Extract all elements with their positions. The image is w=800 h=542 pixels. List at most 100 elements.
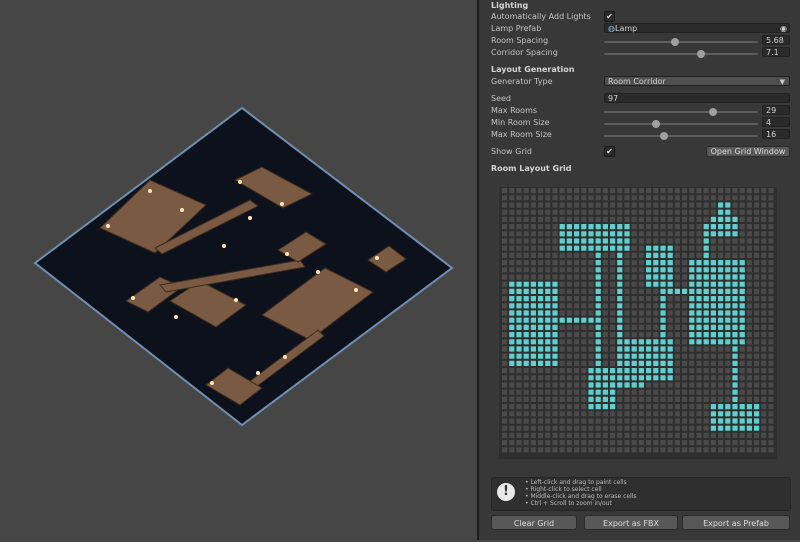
grid-cell-empty[interactable] [667, 296, 673, 302]
grid-cell-empty[interactable] [574, 296, 580, 302]
grid-cell-empty[interactable] [646, 224, 652, 230]
grid-cell-empty[interactable] [667, 231, 673, 237]
grid-cell-filled[interactable] [581, 245, 587, 251]
grid-cell-empty[interactable] [631, 411, 637, 417]
grid-cell-empty[interactable] [667, 389, 673, 395]
grid-cell-empty[interactable] [602, 425, 608, 431]
grid-cell-empty[interactable] [761, 432, 767, 438]
grid-cell-filled[interactable] [552, 353, 558, 359]
grid-cell-filled[interactable] [660, 303, 666, 309]
grid-cell-filled[interactable] [667, 346, 673, 352]
grid-cell-filled[interactable] [732, 296, 738, 302]
grid-cell-empty[interactable] [574, 432, 580, 438]
grid-cell-filled[interactable] [559, 231, 565, 237]
grid-cell-empty[interactable] [523, 440, 529, 446]
grid-cell-empty[interactable] [725, 389, 731, 395]
grid-cell-filled[interactable] [718, 267, 724, 273]
grid-cell-filled[interactable] [710, 324, 716, 330]
grid-cell-empty[interactable] [559, 353, 565, 359]
grid-cell-empty[interactable] [667, 209, 673, 215]
grid-cell-empty[interactable] [530, 425, 536, 431]
grid-cell-filled[interactable] [739, 317, 745, 323]
grid-cell-filled[interactable] [718, 339, 724, 345]
grid-cell-empty[interactable] [725, 440, 731, 446]
grid-cell-empty[interactable] [523, 245, 529, 251]
grid-cell-empty[interactable] [566, 202, 572, 208]
grid-cell-empty[interactable] [667, 224, 673, 230]
grid-cell-empty[interactable] [653, 324, 659, 330]
grid-cell-empty[interactable] [761, 260, 767, 266]
grid-cell-filled[interactable] [646, 368, 652, 374]
grid-cell-filled[interactable] [754, 425, 760, 431]
grid-cell-empty[interactable] [674, 425, 680, 431]
grid-cell-filled[interactable] [710, 224, 716, 230]
grid-cell-empty[interactable] [624, 332, 630, 338]
grid-cell-empty[interactable] [754, 389, 760, 395]
grid-cell-filled[interactable] [602, 396, 608, 402]
slider-handle[interactable] [660, 132, 669, 140]
grid-cell-empty[interactable] [516, 260, 522, 266]
slider-handle[interactable] [709, 108, 718, 116]
grid-cell-filled[interactable] [718, 404, 724, 410]
grid-cell-filled[interactable] [624, 245, 630, 251]
grid-cell-empty[interactable] [502, 324, 508, 330]
grid-cell-filled[interactable] [689, 274, 695, 280]
grid-cell-empty[interactable] [552, 231, 558, 237]
grid-cell-filled[interactable] [732, 353, 738, 359]
grid-cell-empty[interactable] [581, 396, 587, 402]
grid-cell-empty[interactable] [689, 216, 695, 222]
grid-cell-empty[interactable] [530, 231, 536, 237]
grid-cell-empty[interactable] [502, 260, 508, 266]
grid-cell-empty[interactable] [588, 216, 594, 222]
grid-cell-empty[interactable] [523, 382, 529, 388]
grid-cell-empty[interactable] [646, 425, 652, 431]
grid-cell-empty[interactable] [718, 238, 724, 244]
grid-cell-empty[interactable] [530, 440, 536, 446]
grid-cell-empty[interactable] [768, 346, 774, 352]
grid-cell-filled[interactable] [545, 317, 551, 323]
scene-viewport[interactable] [0, 0, 477, 540]
grid-cell-empty[interactable] [538, 382, 544, 388]
grid-cell-empty[interactable] [646, 296, 652, 302]
corridor-spacing-input[interactable]: 7.1 [762, 47, 790, 57]
grid-cell-filled[interactable] [653, 368, 659, 374]
grid-cell-empty[interactable] [581, 310, 587, 316]
grid-cell-empty[interactable] [530, 418, 536, 424]
grid-cell-empty[interactable] [754, 231, 760, 237]
grid-cell-filled[interactable] [746, 411, 752, 417]
grid-cell-filled[interactable] [595, 296, 601, 302]
grid-cell-empty[interactable] [516, 432, 522, 438]
grid-cell-empty[interactable] [682, 202, 688, 208]
grid-cell-empty[interactable] [574, 303, 580, 309]
grid-cell-empty[interactable] [502, 281, 508, 287]
grid-cell-empty[interactable] [746, 324, 752, 330]
grid-cell-empty[interactable] [674, 274, 680, 280]
grid-cell-empty[interactable] [509, 447, 515, 453]
grid-cell-empty[interactable] [674, 260, 680, 266]
grid-cell-filled[interactable] [667, 368, 673, 374]
grid-cell-filled[interactable] [617, 224, 623, 230]
grid-cell-empty[interactable] [559, 267, 565, 273]
grid-cell-filled[interactable] [610, 224, 616, 230]
grid-cell-empty[interactable] [660, 238, 666, 244]
grid-cell-empty[interactable] [552, 224, 558, 230]
grid-cell-empty[interactable] [581, 267, 587, 273]
grid-cell-empty[interactable] [667, 216, 673, 222]
grid-cell-empty[interactable] [581, 353, 587, 359]
grid-cell-empty[interactable] [516, 252, 522, 258]
grid-cell-empty[interactable] [739, 195, 745, 201]
grid-cell-empty[interactable] [689, 209, 695, 215]
grid-cell-empty[interactable] [768, 425, 774, 431]
max-room-size-input[interactable]: 16 [762, 129, 790, 139]
grid-cell-empty[interactable] [703, 195, 709, 201]
grid-cell-empty[interactable] [660, 224, 666, 230]
grid-cell-filled[interactable] [739, 281, 745, 287]
grid-cell-empty[interactable] [538, 238, 544, 244]
grid-cell-empty[interactable] [674, 360, 680, 366]
grid-cell-empty[interactable] [588, 252, 594, 258]
grid-cell-empty[interactable] [566, 267, 572, 273]
grid-cell-filled[interactable] [617, 274, 623, 280]
grid-cell-filled[interactable] [660, 339, 666, 345]
grid-cell-empty[interactable] [638, 404, 644, 410]
min-room-size-input[interactable]: 4 [762, 117, 790, 127]
